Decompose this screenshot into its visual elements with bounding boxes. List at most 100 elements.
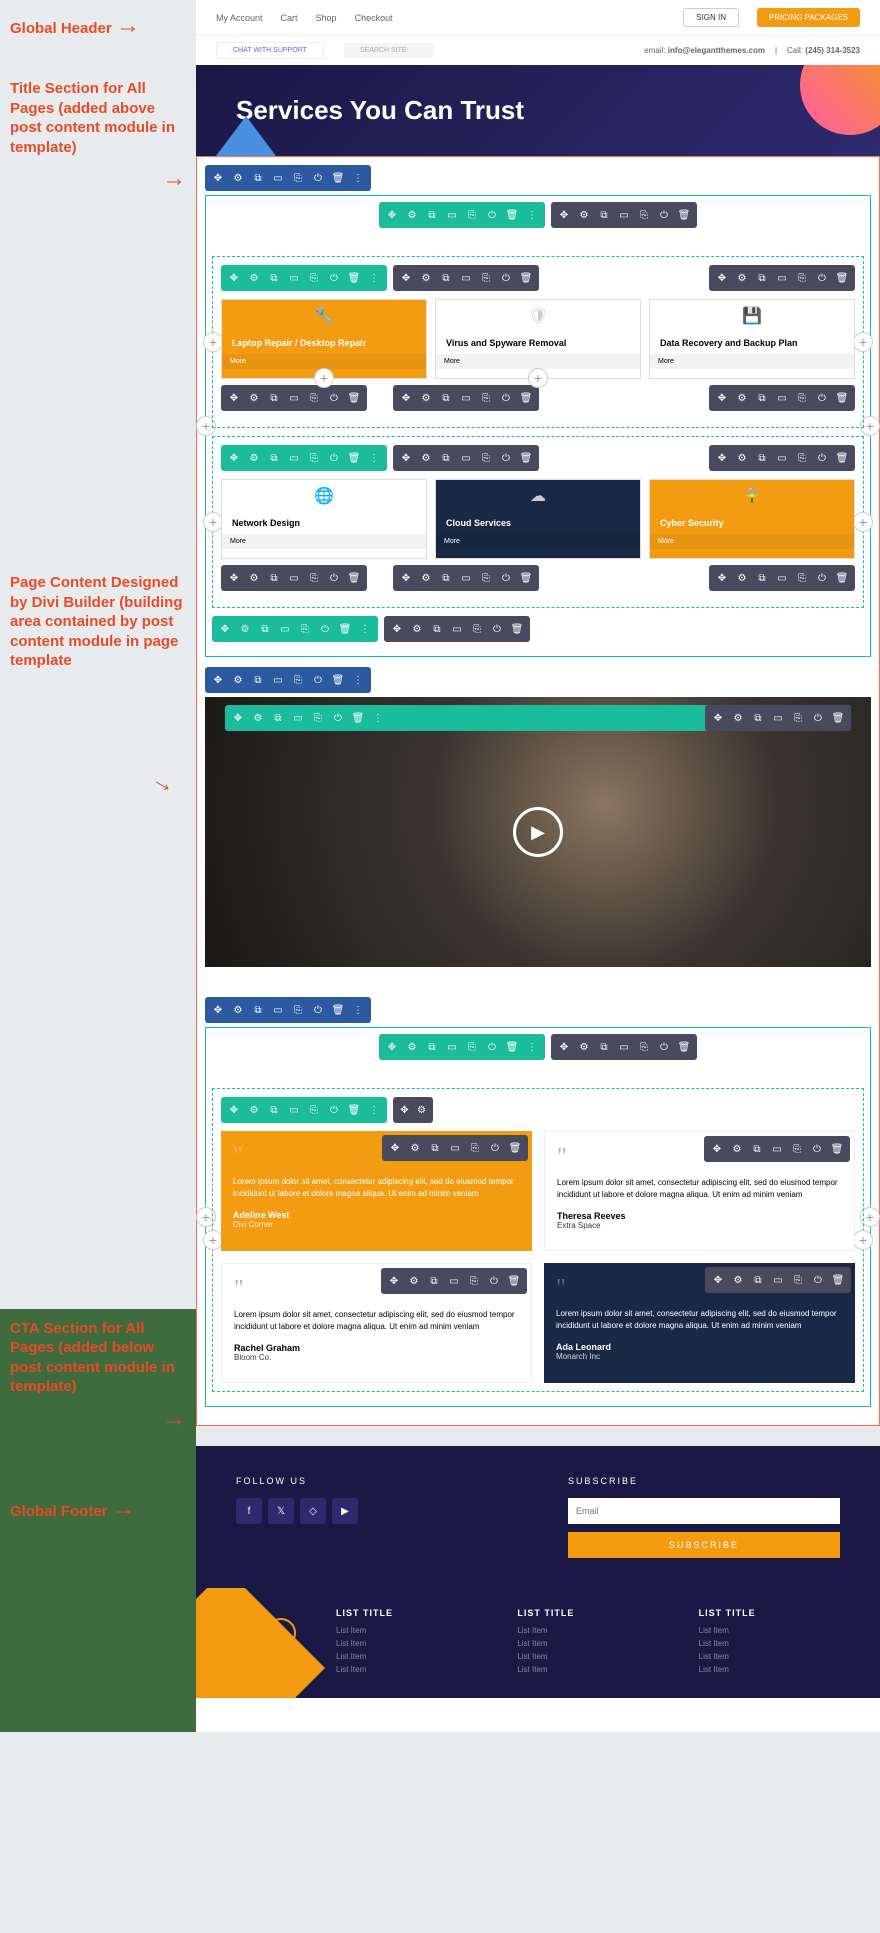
module-toolbar[interactable]: ✥⚙ [393,1097,433,1123]
toolbar-icon[interactable]: ⎘ [635,206,653,224]
toolbar-icon[interactable]: ✥ [225,449,243,467]
toolbar-icon[interactable]: 🗑 [345,569,363,587]
pricing-button[interactable]: PRICING PACKAGES [757,8,860,27]
toolbar-icon[interactable]: ✥ [225,1101,243,1119]
module-toolbar[interactable]: ✥⚙⧉▭⎘⏻🗑 [709,445,855,471]
toolbar-icon[interactable]: ⧉ [265,569,283,587]
module-toolbar[interactable]: ✥⚙⧉▭⎘⏻🗑 [705,705,851,731]
module-toolbar[interactable]: ✥⚙⧉▭⎘⏻🗑 [221,565,367,591]
nav-checkout[interactable]: Checkout [355,13,393,23]
footer-link[interactable]: List Item [517,1626,658,1635]
toolbar-icon[interactable]: ⏻ [497,449,515,467]
toolbar-icon[interactable]: 🗑 [508,620,526,638]
toolbar-icon[interactable]: ▭ [769,709,787,727]
toolbar-icon[interactable]: ⏻ [655,206,673,224]
toolbar-icon[interactable]: ⧉ [265,269,283,287]
toolbar-icon[interactable]: ⋮ [523,1038,541,1056]
toolbar-icon[interactable]: ✥ [555,1038,573,1056]
toolbar-icon[interactable]: 🗑 [833,389,851,407]
toolbar-icon[interactable]: ⋮ [349,1001,367,1019]
toolbar-icon[interactable]: ⧉ [437,569,455,587]
add-button[interactable]: + [853,332,873,352]
toolbar-icon[interactable]: ⎘ [289,1001,307,1019]
toolbar-icon[interactable]: ⚙ [229,1001,247,1019]
toolbar-icon[interactable]: 🗑 [345,389,363,407]
module-toolbar[interactable]: ✥⚙⧉▭⎘⏻🗑 [221,385,367,411]
toolbar-icon[interactable]: ✥ [209,671,227,689]
toolbar-icon[interactable]: ⚙ [229,169,247,187]
toolbar-icon[interactable]: ⚙ [417,569,435,587]
footer-link[interactable]: List Item [699,1639,840,1648]
footer-link[interactable]: List Item [699,1665,840,1674]
toolbar-icon[interactable]: ⏻ [809,709,827,727]
toolbar-icon[interactable]: ▭ [448,620,466,638]
toolbar-icon[interactable]: ⚙ [417,449,435,467]
toolbar-icon[interactable]: ⧉ [753,569,771,587]
module-toolbar[interactable]: ✥⚙⧉▭⎘⏻🗑 [393,265,539,291]
toolbar-icon[interactable]: ⧉ [249,169,267,187]
toolbar-icon[interactable]: ⋮ [369,709,387,727]
toolbar-icon[interactable]: ✥ [397,569,415,587]
toolbar-icon[interactable]: ⎘ [305,389,323,407]
toolbar-icon[interactable]: ✥ [216,620,234,638]
toolbar-icon[interactable]: ✥ [225,269,243,287]
toolbar-icon[interactable]: ⚙ [414,1101,429,1119]
toolbar-icon[interactable]: ⧉ [595,206,613,224]
footer-link[interactable]: List Item [517,1665,658,1674]
toolbar-icon[interactable]: 🗑 [503,1038,521,1056]
module-toolbar[interactable]: ✥⚙⧉▭⎘⏻🗑 [393,445,539,471]
toolbar-icon[interactable]: 🗑 [833,269,851,287]
more-link[interactable]: More [222,534,426,549]
module-toolbar[interactable]: ✥⚙⧉▭⎘⏻🗑 [709,265,855,291]
toolbar-icon[interactable]: ⚙ [417,389,435,407]
toolbar-icon[interactable]: ▭ [443,1038,461,1056]
toolbar-icon[interactable]: ⧉ [753,269,771,287]
toolbar-icon[interactable]: ⚙ [575,1038,593,1056]
toolbar-icon[interactable]: 🗑 [345,269,363,287]
toolbar-icon[interactable]: ⎘ [305,569,323,587]
toolbar-icon[interactable]: ⋮ [365,449,383,467]
toolbar-icon[interactable]: ✥ [709,709,727,727]
toolbar-icon[interactable]: ⏻ [497,269,515,287]
toolbar-icon[interactable]: ⚙ [575,206,593,224]
toolbar-icon[interactable]: 🗑 [503,206,521,224]
footer-link[interactable]: List Item [336,1626,477,1635]
toolbar-icon[interactable]: ✥ [397,449,415,467]
toolbar-icon[interactable]: ⎘ [305,269,323,287]
toolbar-icon[interactable]: ⚙ [249,709,267,727]
toolbar-icon[interactable]: ⧉ [265,389,283,407]
toolbar-icon[interactable]: ✥ [397,269,415,287]
toolbar-icon[interactable]: ⧉ [249,1001,267,1019]
toolbar-icon[interactable]: 🗑 [349,709,367,727]
toolbar-icon[interactable]: ▭ [773,449,791,467]
toolbar-icon[interactable]: ⎘ [468,620,486,638]
row-toolbar[interactable]: ✥⚙⧉▭⎘⏻🗑⋮ [379,1034,545,1060]
toolbar-icon[interactable]: ▭ [285,269,303,287]
service-card[interactable]: 🌐 Network Design More [221,479,427,559]
toolbar-icon[interactable]: ⏻ [813,569,831,587]
toolbar-icon[interactable]: ⏻ [813,269,831,287]
toolbar-icon[interactable]: ▭ [269,169,287,187]
toolbar-icon[interactable]: ⎘ [793,389,811,407]
toolbar-icon[interactable]: ▭ [457,269,475,287]
toolbar-icon[interactable]: 🗑 [345,1101,363,1119]
subscribe-button[interactable]: SUBSCRIBE [568,1532,840,1558]
toolbar-icon[interactable]: ▭ [285,569,303,587]
toolbar-icon[interactable]: ✥ [225,569,243,587]
toolbar-icon[interactable]: ⏻ [309,671,327,689]
toolbar-icon[interactable]: ⎘ [296,620,314,638]
toolbar-icon[interactable]: ✥ [225,389,243,407]
row-toolbar[interactable]: ✥⚙⧉▭⎘⏻🗑⋮ [221,1097,387,1123]
add-button[interactable]: + [314,368,334,388]
toolbar-icon[interactable]: 🗑 [345,449,363,467]
footer-link[interactable]: List Item [336,1652,477,1661]
toolbar-icon[interactable]: ▭ [773,389,791,407]
row-toolbar[interactable]: ✥⚙⧉▭⎘⏻🗑⋮ [212,616,378,642]
toolbar-icon[interactable]: ⚙ [729,709,747,727]
section-toolbar[interactable]: ✥⚙⧉▭⎘⏻🗑⋮ [205,165,371,191]
service-card[interactable]: 🔧 Laptop Repair / Desktop Repair More + [221,299,427,379]
toolbar-icon[interactable]: ⧉ [256,620,274,638]
module-toolbar[interactable]: ✥⚙⧉▭⎘⏻🗑 [709,385,855,411]
toolbar-icon[interactable]: ✥ [388,620,406,638]
toolbar-icon[interactable]: ⎘ [305,449,323,467]
